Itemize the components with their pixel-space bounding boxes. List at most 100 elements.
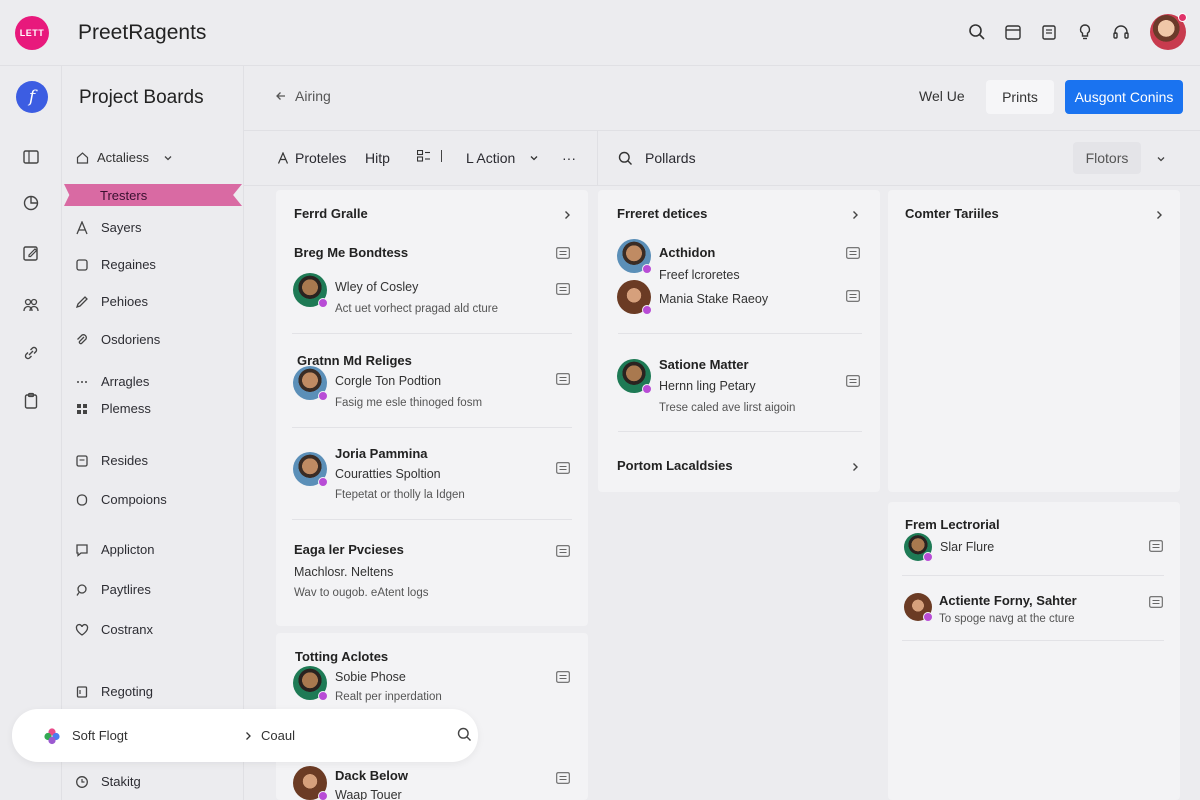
heart-icon [75,623,89,637]
sidebar-item-label: Regaines [101,257,156,272]
board-icon[interactable] [22,148,40,166]
avatar [293,273,328,308]
note-icon[interactable] [556,771,570,784]
sidebar-item-applicton[interactable]: Applicton [75,542,154,557]
task-title[interactable]: Acthidon [659,245,715,260]
pin-icon [75,583,89,597]
clipboard-icon[interactable] [22,392,40,410]
link-icon[interactable] [22,344,40,362]
sidebar-item-plemess[interactable]: Plemess [75,401,151,416]
sidebar-item-compoions[interactable]: Compoions [75,492,167,507]
sidebar-item-arragles[interactable]: Arragles [75,374,149,389]
task-title[interactable]: Dack Below [335,768,408,783]
status-badge [642,305,652,315]
task-title[interactable]: Eaga ler Pvcieses [294,542,404,557]
action-label: L Action [466,150,516,166]
pencil-icon [75,295,89,309]
flag-icon [75,685,89,699]
user-avatar[interactable] [1150,13,1187,50]
board-search[interactable]: Pollards [618,150,696,166]
status-badge [318,477,328,487]
task-title[interactable]: Totting Aclotes [295,649,388,664]
chevron-right-icon[interactable] [850,207,860,219]
sidebar-item-stakitg[interactable]: Stakitg [75,774,141,789]
note-icon[interactable] [1149,539,1163,552]
task-title[interactable]: Satione Matter [659,357,749,372]
task-subtitle: Machlosr. Neltens [294,565,394,579]
sidebar-item-label: Pehioes [101,294,148,309]
sidebar-item-active[interactable]: Tresters [64,184,242,206]
action-dropdown[interactable]: L Action [466,150,539,166]
breadcrumb[interactable]: Airing [275,88,331,104]
layout-toggle[interactable] [417,150,442,162]
chevron-right-icon[interactable] [850,459,860,471]
note-icon[interactable] [846,374,860,387]
sidebar-item-resides[interactable]: Resides [75,453,148,468]
task-title[interactable]: Breg Me Bondtess [294,245,408,260]
headset-icon[interactable] [1112,23,1130,41]
help-button[interactable]: Hitp [365,150,390,166]
task-title[interactable]: Actiente Forny, Sahter [939,593,1077,608]
sidebar-section-header[interactable]: Actaliess [76,150,173,165]
avatar [293,766,328,800]
task-description: Ftepetat or tholly la Idgen [335,489,465,501]
command-bar-crumb[interactable]: Coaul [244,728,295,743]
workspace-logo[interactable]: 𝑓 [16,81,48,113]
square-icon [75,258,89,272]
chevron-right-icon [244,731,253,741]
floating-command-bar[interactable]: Soft Flogt Coaul [12,709,478,762]
note-icon[interactable] [556,544,570,557]
status-badge [923,612,933,622]
sidebar-item-pehioes[interactable]: Pehioes [75,294,148,309]
welcome-link[interactable]: Wel Ue [919,88,965,104]
avatar [904,593,933,622]
primary-action-button[interactable]: Ausgont Conins [1065,80,1183,114]
task-subtitle: Slar Flure [940,540,995,554]
chevron-right-icon[interactable] [562,207,572,219]
note-icon[interactable] [846,289,860,302]
more-button[interactable]: ··· [562,150,576,166]
proteles-filter[interactable]: Proteles [277,150,346,166]
clipboard-icon[interactable] [1040,23,1058,41]
note-icon[interactable] [556,372,570,385]
sidebar-item-paytlires[interactable]: Paytlires [75,582,151,597]
note-icon[interactable] [1149,595,1163,608]
divider [597,130,598,186]
note-icon[interactable] [556,670,570,683]
note-icon[interactable] [556,246,570,259]
chevron-down-icon[interactable] [1156,154,1166,164]
note-icon[interactable] [556,461,570,474]
clock-icon [75,775,89,789]
filter-button[interactable]: Flotors [1073,142,1141,174]
sidebar-item-osdoriens[interactable]: Osdoriens [75,332,160,347]
sidebar-item-sayers[interactable]: Sayers [75,220,141,235]
arrow-left-icon [275,90,287,102]
people-icon[interactable] [22,296,40,314]
board-column: Frem Lectrorial Slar Flure Actiente Forn… [888,502,1180,800]
status-badge [318,691,328,701]
search-icon[interactable] [968,23,986,41]
chevron-right-icon[interactable] [1154,207,1164,219]
edit-icon[interactable] [22,244,40,262]
bulb-icon[interactable] [1076,23,1094,41]
app-logo[interactable]: LETT [15,15,49,50]
sidebar-item-regoting[interactable]: Regoting [75,684,153,699]
search-icon[interactable] [457,727,472,742]
task-title[interactable]: Joria Pammina [335,446,428,461]
chart-icon[interactable] [22,194,40,212]
task-title[interactable]: Portom Lacaldsies [617,458,733,473]
sidebar-item-label: Resides [101,453,148,468]
divider [902,640,1164,641]
note-icon[interactable] [846,246,860,259]
divider [292,427,572,428]
letter-a-icon [277,152,289,164]
sidebar-item-costranx[interactable]: Costranx [75,622,153,637]
sidebar-item-regaines[interactable]: Regaines [75,257,156,272]
separator-bar [441,150,442,162]
circle-icon [75,493,89,507]
board-column: Comter Tariiles [888,190,1180,492]
avatar [617,359,652,394]
note-icon[interactable] [556,282,570,295]
calendar-icon[interactable] [1004,23,1022,41]
prints-button[interactable]: Prints [986,80,1054,114]
